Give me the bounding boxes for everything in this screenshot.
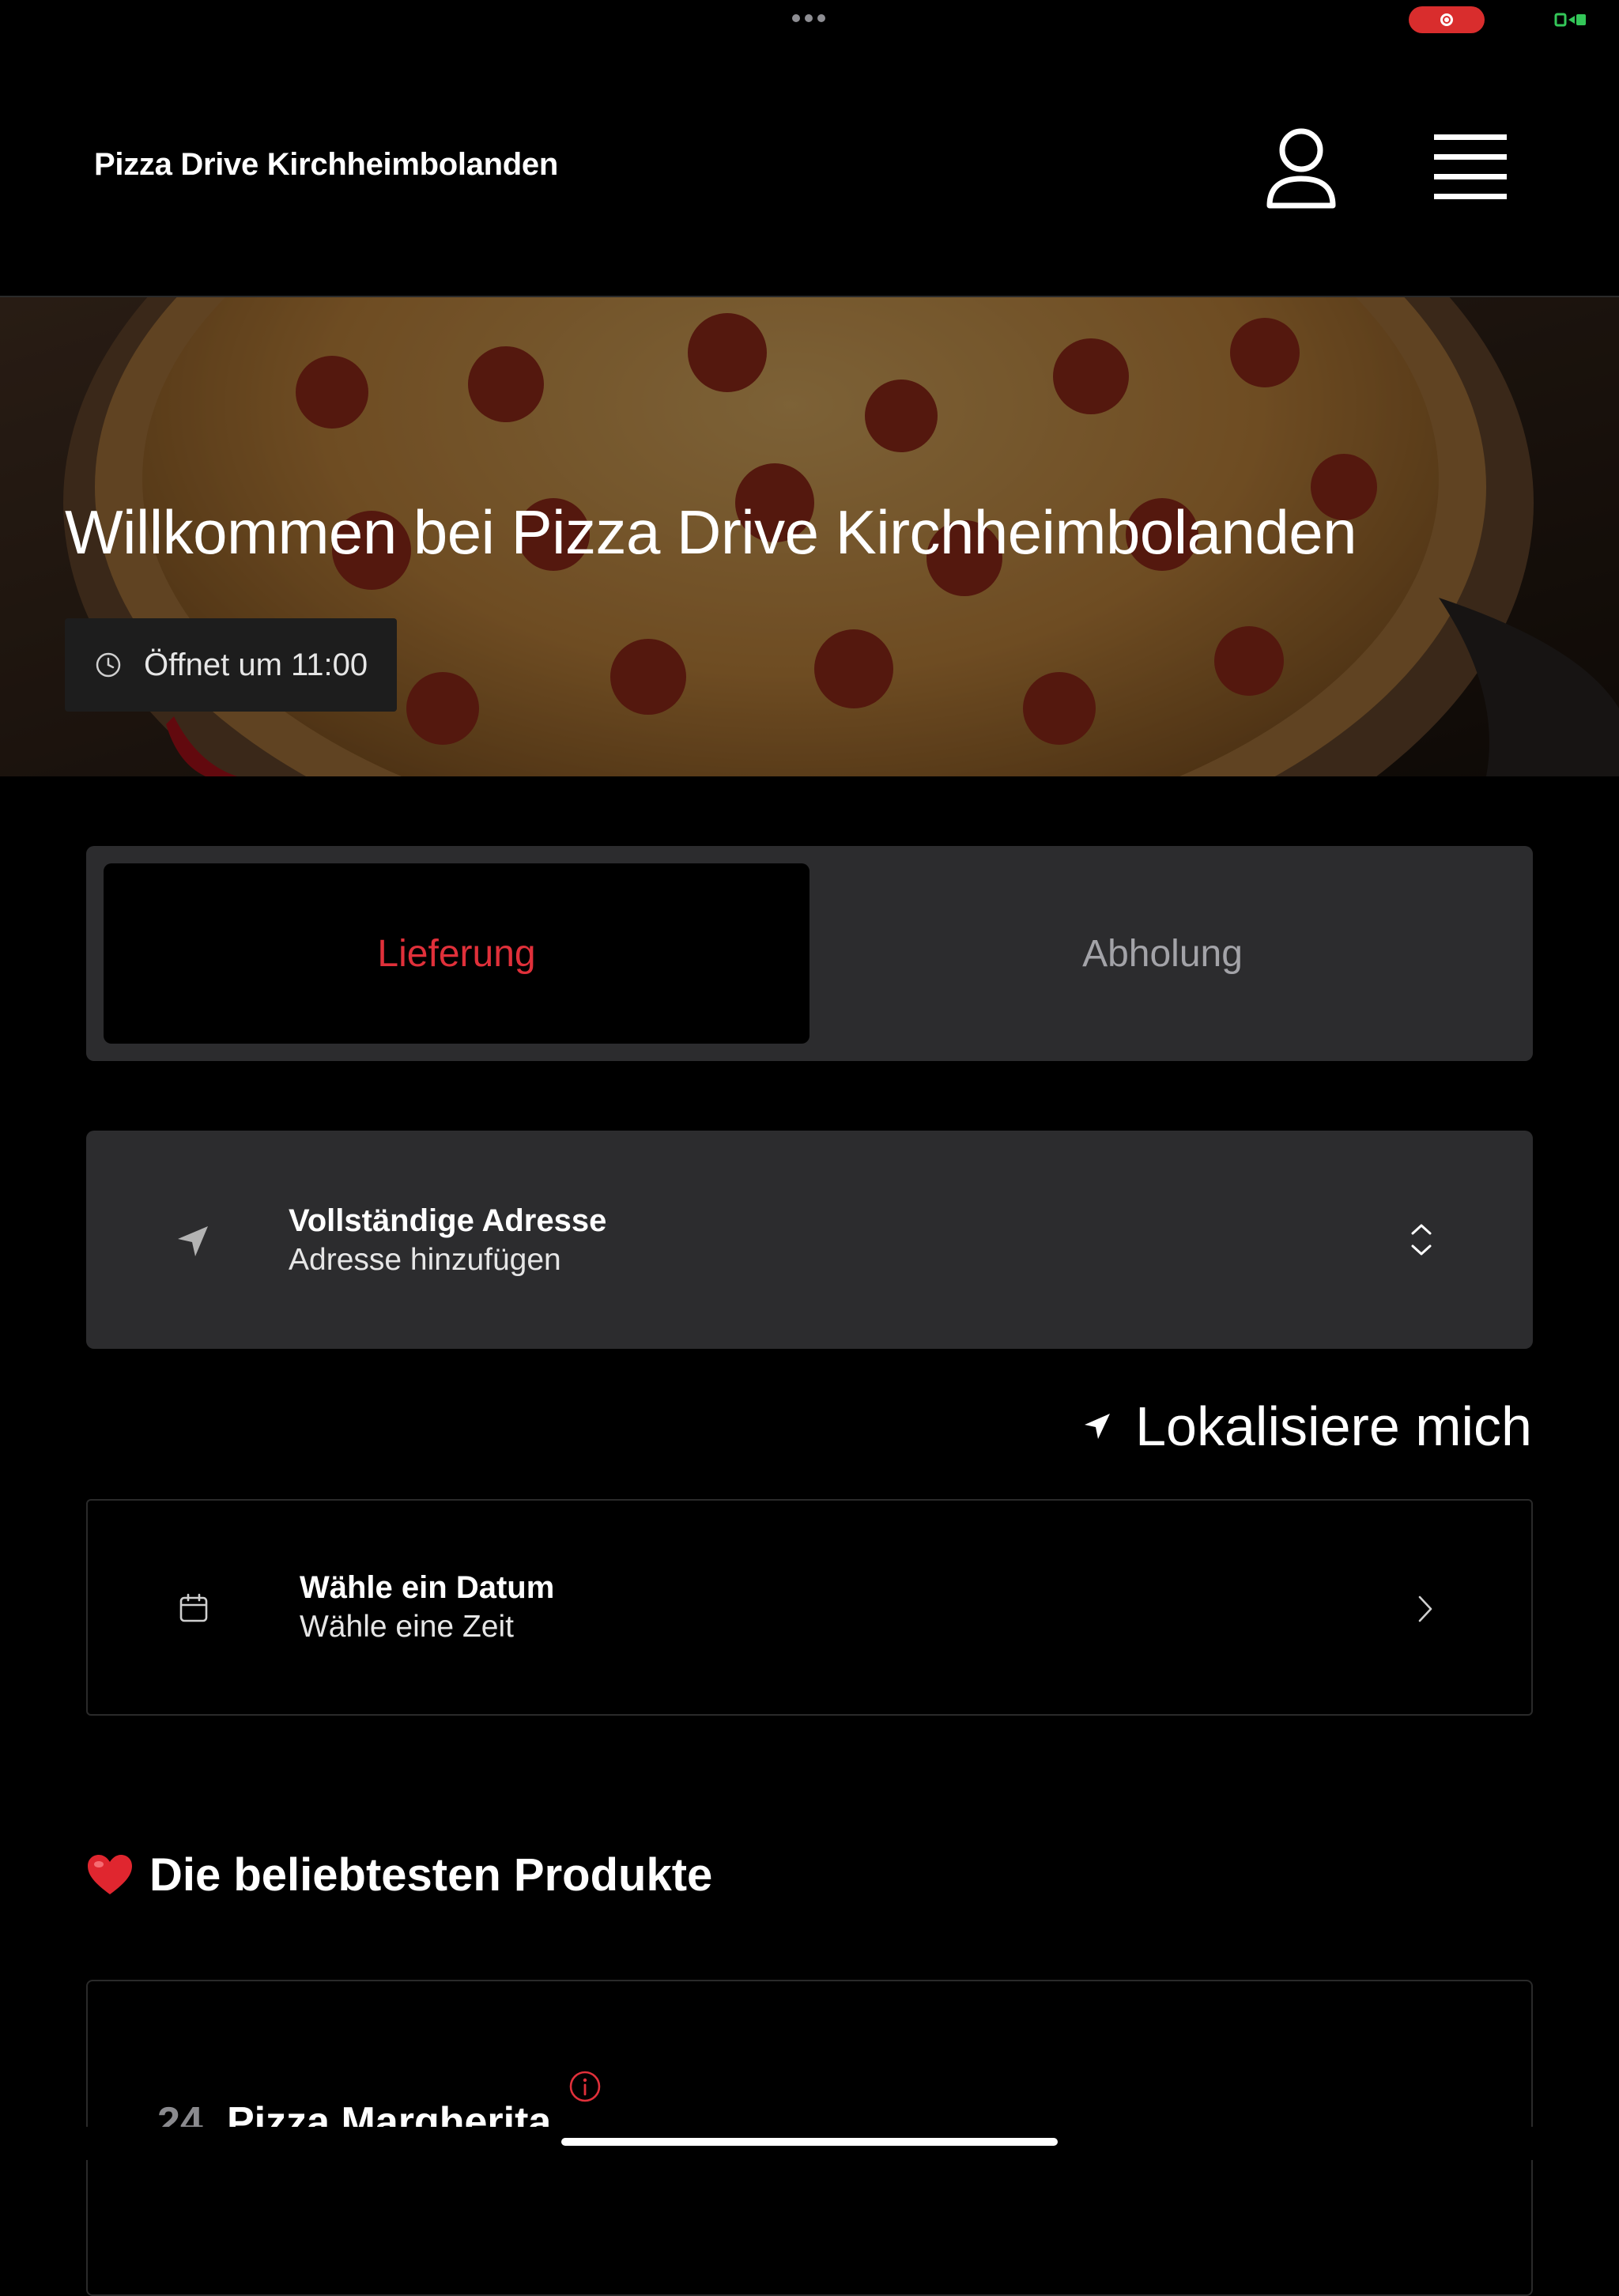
address-label: Vollständige Adresse: [289, 1203, 607, 1238]
date-label: Wähle ein Datum: [300, 1570, 555, 1605]
info-icon[interactable]: [568, 2070, 602, 2103]
locate-me-label: Lokalisiere mich: [1135, 1395, 1532, 1457]
locate-me-button[interactable]: Lokalisiere mich: [1075, 1393, 1532, 1460]
address-selector[interactable]: Vollständige Adresse Adresse hinzufügen: [86, 1131, 1533, 1349]
multitasking-dots[interactable]: [792, 14, 827, 24]
navigation-arrow-icon: [1085, 1414, 1111, 1439]
restaurant-name[interactable]: Pizza Drive Kirchheimbolanden: [94, 147, 558, 183]
clock-icon: [96, 652, 121, 678]
popular-products-heading: Die beliebtesten Produkte: [86, 1849, 712, 1901]
home-indicator[interactable]: [561, 2138, 1058, 2146]
hamburger-menu-icon[interactable]: [1431, 131, 1510, 202]
popular-products-title: Die beliebtesten Produkte: [149, 1849, 713, 1901]
location-arrow-icon: [178, 1226, 208, 1256]
opening-hours-badge: Öffnet um 11:00: [65, 618, 397, 712]
heart-icon: [88, 1854, 132, 1894]
user-icon[interactable]: [1262, 123, 1341, 212]
time-label: Wähle eine Zeit: [300, 1610, 514, 1644]
welcome-title: Willkommen bei Pizza Drive Kirchheimbola…: [65, 497, 1357, 567]
chevron-up-down-icon: [1411, 1224, 1432, 1256]
battery-icon: [1554, 13, 1586, 27]
calendar-icon: [179, 1593, 208, 1622]
chevron-right-icon: [1418, 1595, 1432, 1622]
opening-hours-text: Öffnet um 11:00: [144, 647, 368, 682]
address-value: Adresse hinzufügen: [289, 1243, 561, 1277]
screen-recording-indicator[interactable]: [1409, 6, 1485, 33]
tab-delivery[interactable]: Lieferung: [104, 863, 810, 1044]
schedule-selector[interactable]: Wähle ein Datum Wähle eine Zeit: [86, 1499, 1533, 1716]
tab-pickup[interactable]: Abholung: [810, 863, 1515, 1044]
